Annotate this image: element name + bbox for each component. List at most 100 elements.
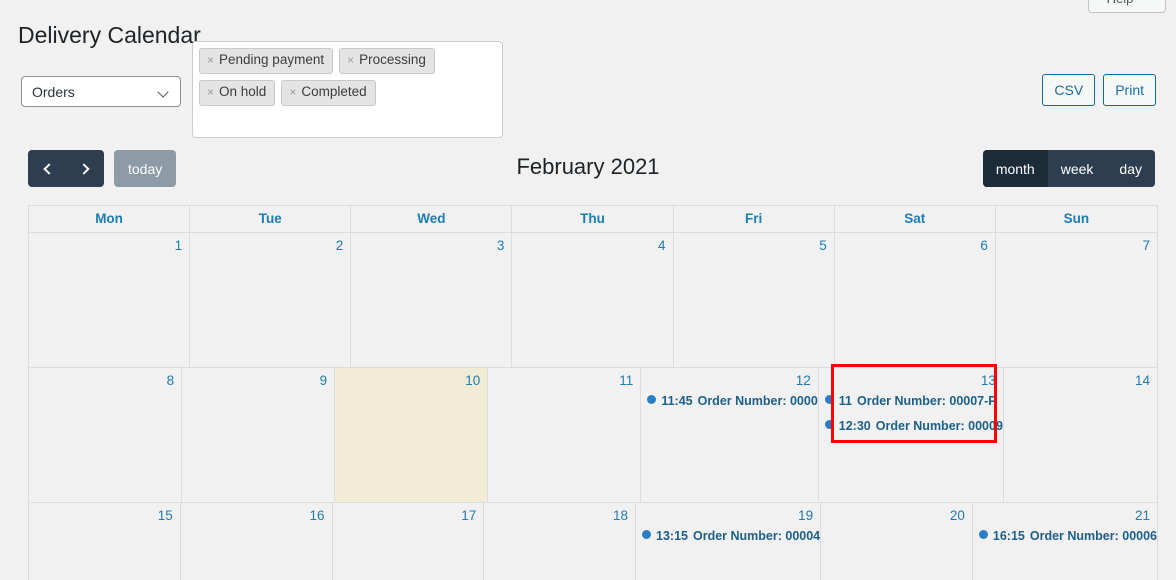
event-title: Order Number: 0000: [697, 394, 818, 408]
calendar-day-cell[interactable]: 12 11:45 Order Number: 0000: [641, 368, 819, 502]
day-number[interactable]: 8: [29, 371, 181, 389]
status-tag[interactable]: × On hold: [199, 79, 276, 106]
calendar-event[interactable]: 16:15 Order Number: 00006: [973, 528, 1157, 544]
day-number[interactable]: 6: [835, 236, 995, 254]
event-dot-icon: [824, 395, 834, 404]
calendar-day-cell[interactable]: 7: [996, 233, 1157, 367]
day-events: [29, 254, 189, 258]
day-events: 11 Order Number: 00007-P 12:30 Order Number…: [819, 389, 1003, 434]
day-number[interactable]: 16: [181, 506, 332, 524]
page-title: Delivery Calendar: [18, 22, 201, 49]
calendar-event[interactable]: 11:45 Order Number: 0000: [641, 393, 818, 409]
calendar-day-cell[interactable]: 6: [835, 233, 996, 367]
close-icon[interactable]: ×: [289, 86, 296, 98]
day-events: [29, 389, 181, 393]
day-events: [333, 524, 484, 528]
calendar-day-cell[interactable]: 20: [821, 503, 973, 580]
event-title: Order Number: 00009: [875, 419, 1003, 433]
day-events: 11:45 Order Number: 0000: [641, 389, 818, 409]
day-number[interactable]: 7: [996, 236, 1157, 254]
event-time: 13:15: [656, 529, 688, 543]
status-tag-label: On hold: [219, 83, 267, 99]
calendar-day-cell[interactable]: 2: [190, 233, 352, 367]
event-dot-icon: [642, 530, 651, 539]
status-tag[interactable]: × Pending payment: [199, 48, 334, 74]
calendar-weeks: 1 2 3 4 5 6 7 8 9 10 11 12 11:45 Order Number: 0000 13…: [29, 233, 1157, 580]
status-tag[interactable]: × Completed: [281, 79, 376, 106]
calendar-day-cell[interactable]: 11: [488, 368, 642, 502]
day-events: [190, 254, 350, 258]
calendar-day-cell[interactable]: 3: [351, 233, 513, 367]
calendar-day-cell[interactable]: 5: [674, 233, 835, 367]
post-type-select[interactable]: Orders: [21, 76, 181, 107]
calendar-event[interactable]: 12:30 Order Number: 00009: [819, 418, 1003, 434]
event-title: Order Number: 00006: [1029, 529, 1157, 543]
close-icon[interactable]: ×: [207, 86, 214, 98]
calendar-day-cell[interactable]: 13 11 Order Number: 00007-P 12:30 Order Numb…: [819, 368, 1004, 502]
calendar-day-cell[interactable]: 16: [181, 503, 333, 580]
day-number[interactable]: 2: [190, 236, 350, 254]
day-events: 13:15 Order Number: 00004: [636, 524, 820, 544]
day-number[interactable]: 4: [512, 236, 672, 254]
day-number[interactable]: 19: [636, 506, 820, 524]
view-week-button[interactable]: week: [1047, 150, 1107, 187]
status-tag[interactable]: × Processing: [339, 48, 435, 74]
event-time: 11:45: [661, 394, 693, 408]
calendar-day-cell[interactable]: 15: [29, 503, 181, 580]
status-filter-box[interactable]: × Pending payment × Processing × On hold…: [192, 41, 503, 138]
day-events: [182, 389, 334, 393]
day-number[interactable]: 15: [29, 506, 180, 524]
day-number[interactable]: 20: [821, 506, 972, 524]
event-dot-icon: [978, 530, 988, 539]
day-number[interactable]: 3: [351, 236, 511, 254]
day-number[interactable]: 13: [819, 371, 1003, 389]
csv-button[interactable]: CSV: [1042, 74, 1096, 106]
calendar-day-cell[interactable]: 8: [29, 368, 183, 502]
day-number[interactable]: 11: [488, 371, 640, 389]
day-number[interactable]: 12: [641, 371, 817, 389]
day-number[interactable]: 1: [29, 236, 189, 254]
day-number[interactable]: 18: [484, 506, 635, 524]
event-title: Order Number: 00007-P: [857, 394, 997, 408]
calendar-day-cell[interactable]: 17: [333, 503, 485, 580]
day-events: [821, 524, 972, 528]
calendar-day-cell[interactable]: 10: [335, 368, 489, 502]
day-header-sat: Sat: [835, 206, 996, 232]
calendar-day-cell[interactable]: 18: [484, 503, 636, 580]
help-button[interactable]: Help: [1088, 0, 1166, 13]
event-time: 11: [838, 394, 852, 408]
day-number[interactable]: 17: [333, 506, 484, 524]
calendar-event[interactable]: 13:15 Order Number: 00004: [636, 528, 820, 544]
view-day-button[interactable]: day: [1106, 150, 1155, 187]
day-events: [351, 254, 511, 258]
day-number[interactable]: 14: [1004, 371, 1157, 389]
calendar-day-cell[interactable]: 21 16:15 Order Number: 00006: [973, 503, 1157, 580]
calendar-day-cell[interactable]: 19 13:15 Order Number: 00004: [636, 503, 822, 580]
status-tag-list: × Pending payment × Processing × On hold…: [199, 48, 496, 106]
day-number[interactable]: 21: [973, 506, 1157, 524]
day-events: [835, 254, 995, 258]
day-header-fri: Fri: [674, 206, 835, 232]
day-header-sun: Sun: [1063, 211, 1090, 226]
delivery-calendar-page: Help Delivery Calendar Orders × Pending …: [0, 0, 1176, 580]
day-events: [181, 524, 332, 528]
print-button[interactable]: Print: [1103, 74, 1156, 106]
help-button-label: Help: [1107, 0, 1134, 6]
day-number[interactable]: 9: [182, 371, 334, 389]
day-number[interactable]: 10: [335, 371, 487, 389]
event-title: Order Number: 00004: [692, 529, 821, 543]
day-header-thu: Thu: [512, 206, 674, 232]
close-icon[interactable]: ×: [347, 54, 354, 66]
calendar-day-cell[interactable]: 14: [1004, 368, 1157, 502]
day-events: [335, 389, 487, 393]
calendar-day-cell[interactable]: 9: [182, 368, 336, 502]
close-icon[interactable]: ×: [207, 54, 214, 66]
view-month-button[interactable]: month: [982, 150, 1048, 187]
calendar-day-cell[interactable]: 4: [512, 233, 674, 367]
calendar-event[interactable]: 11 Order Number: 00007-P: [819, 393, 1003, 409]
day-number[interactable]: 5: [674, 236, 834, 254]
calendar-day-cell[interactable]: 1: [29, 233, 191, 367]
view-switch-group: month week day: [982, 150, 1155, 187]
status-tag-label: Processing: [359, 52, 426, 67]
calendar-week-row: 1234567: [29, 233, 1157, 368]
